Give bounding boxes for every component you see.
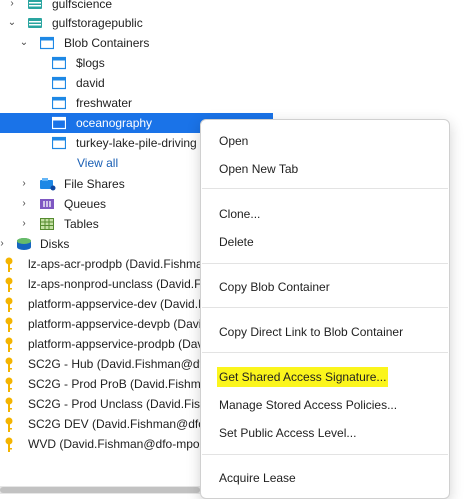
- chevron-right-icon[interactable]: ›: [18, 214, 30, 234]
- tree-item-label: File Shares: [64, 177, 125, 191]
- menu-item-get-shared-access-signature[interactable]: Get Shared Access Signature...: [217, 367, 389, 387]
- container-icon: [51, 96, 67, 110]
- tree-item-label: oceanography: [76, 116, 153, 130]
- tree-item-label: freshwater: [76, 96, 133, 110]
- disks-icon: [16, 237, 31, 251]
- menu-separator: [202, 307, 448, 308]
- key-icon: [4, 277, 18, 292]
- menu-item-copy-blob-container[interactable]: Copy Blob Container: [219, 277, 330, 297]
- chevron-right-icon[interactable]: ›: [18, 194, 30, 214]
- tree-item-label: $logs: [76, 56, 105, 70]
- menu-item-set-public-access-level[interactable]: Set Public Access Level...: [219, 423, 356, 443]
- menu-item-acquire-lease[interactable]: Acquire Lease: [219, 468, 296, 488]
- tree-item-container[interactable]: freshwater: [0, 93, 273, 113]
- menu-separator: [202, 188, 448, 189]
- context-menu: Open Open New Tab Clone... Delete Copy B…: [200, 119, 450, 499]
- tree-item-label: Blob Containers: [64, 36, 150, 50]
- menu-separator: [202, 352, 448, 353]
- key-icon: [4, 357, 18, 372]
- menu-item-clone[interactable]: Clone...: [219, 204, 260, 224]
- key-icon: [4, 337, 18, 352]
- tree-item-label: Queues: [64, 197, 107, 211]
- key-icon: [4, 437, 18, 452]
- tree-item-container[interactable]: $logs: [0, 53, 273, 73]
- tree-item-label: david: [76, 76, 105, 90]
- tables-icon: [40, 217, 54, 231]
- container-icon: [51, 136, 67, 150]
- blob-containers-icon: [39, 36, 55, 50]
- key-icon: [4, 297, 18, 312]
- container-icon: [51, 116, 67, 130]
- chevron-right-icon[interactable]: ›: [6, 0, 18, 14]
- key-icon: [4, 377, 18, 392]
- storage-account-icon: [28, 0, 42, 11]
- tree-item-label: Disks: [40, 237, 70, 251]
- container-icon: [51, 56, 67, 70]
- tree-item-blob-containers[interactable]: ⌄ Blob Containers: [0, 33, 273, 53]
- tree-item-label: gulfscience: [52, 0, 113, 11]
- menu-separator: [202, 263, 448, 264]
- tree-item-label: turkey-lake-pile-driving: [76, 136, 197, 150]
- storage-account-icon: [28, 16, 42, 30]
- container-icon: [51, 76, 67, 90]
- key-icon: [4, 257, 18, 272]
- scrollbar-thumb[interactable]: [0, 487, 200, 493]
- menu-item-copy-direct-link[interactable]: Copy Direct Link to Blob Container: [219, 322, 403, 342]
- file-shares-icon: [40, 177, 56, 191]
- tree-item-gulfscience[interactable]: › gulfscience: [0, 0, 273, 14]
- menu-item-delete[interactable]: Delete: [219, 232, 254, 252]
- chevron-down-icon[interactable]: ⌄: [6, 13, 18, 33]
- queues-icon: [40, 197, 54, 211]
- chevron-down-icon[interactable]: ⌄: [18, 33, 30, 53]
- tree-item-label: Tables: [64, 217, 99, 231]
- tree-item-gulfstoragepublic[interactable]: ⌄ gulfstoragepublic: [0, 13, 273, 33]
- view-all-label[interactable]: View all: [77, 153, 118, 173]
- menu-item-open[interactable]: Open: [219, 131, 248, 151]
- menu-item-manage-stored-access-policies[interactable]: Manage Stored Access Policies...: [219, 395, 397, 415]
- menu-item-open-new-tab[interactable]: Open New Tab: [219, 159, 298, 179]
- key-icon: [4, 317, 18, 332]
- tree-item-label: gulfstoragepublic: [52, 16, 143, 30]
- chevron-right-icon[interactable]: ›: [18, 174, 30, 194]
- key-icon: [4, 417, 18, 432]
- tree-item-container[interactable]: david: [0, 73, 273, 93]
- chevron-right-icon[interactable]: ›: [0, 234, 8, 254]
- menu-separator: [202, 454, 448, 455]
- key-icon: [4, 397, 18, 412]
